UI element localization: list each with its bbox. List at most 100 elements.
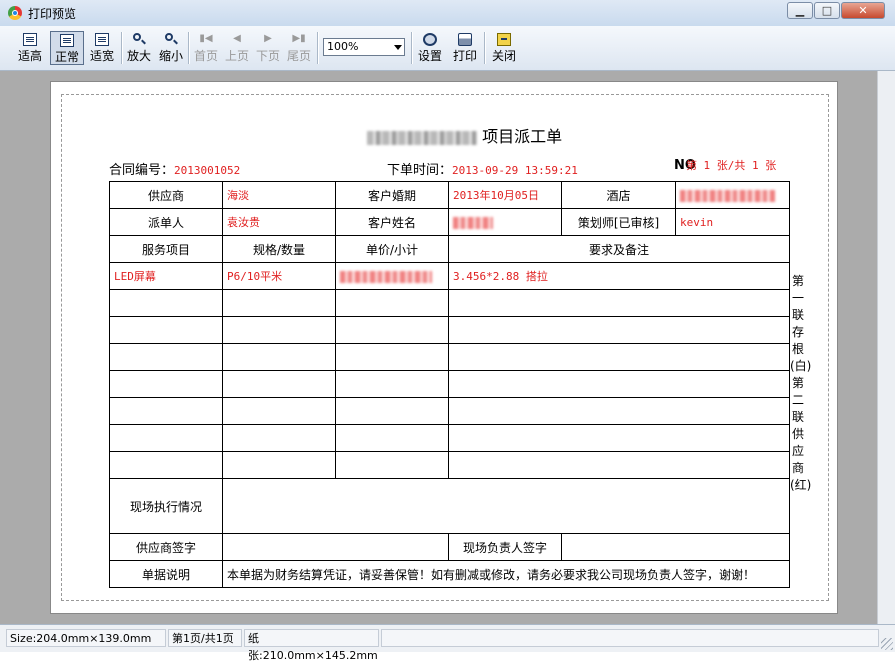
fit-height-icon <box>23 33 37 46</box>
title-bar: 打印预览 ▁ □ ✕ <box>0 0 895 27</box>
table-row <box>109 424 790 452</box>
table-row: 现场执行情况 <box>109 478 790 534</box>
fit-height-button[interactable]: 适高 <box>14 31 46 65</box>
paper-page: 项目派工单 合同编号：2013001052 下单时间：2013-09-29 13… <box>50 81 838 614</box>
spec-header: 规格/数量 <box>222 235 336 263</box>
price-header: 单价/小计 <box>335 235 449 263</box>
table-row: LED屏幕 P6/10平米 3.456*2.88 搭拉 <box>109 262 790 290</box>
toolbar: 适高 正常 适宽 放大 缩小 ▮◀ 首页 ◀ 上页 ▶ 下页 ▶▮ 尾页 100… <box>0 26 895 71</box>
price-cell <box>335 262 449 290</box>
close-folder-icon <box>497 33 511 46</box>
zoom-out-icon <box>164 33 178 46</box>
supplier-sign-label: 供应商签字 <box>109 533 223 561</box>
form-title: 项目派工单 <box>367 123 562 147</box>
hotel-label: 酒店 <box>561 181 676 209</box>
table-row <box>109 397 790 425</box>
note-text: 本单据为财务结算凭证，请妥善保管！如有删减或修改，请务必要求我公司现场负责人签字… <box>222 560 790 588</box>
minimize-button[interactable]: ▁ <box>787 2 813 19</box>
prev-page-button[interactable]: ◀ 上页 <box>222 31 252 65</box>
resize-grip-icon[interactable] <box>881 638 893 650</box>
sheet-number: NO第 1 张/共 1 张 <box>674 158 777 173</box>
preview-viewport[interactable]: 项目派工单 合同编号：2013001052 下单时间：2013-09-29 13… <box>0 71 895 624</box>
toolbar-separator <box>484 32 486 64</box>
zoom-select[interactable]: 100% <box>323 38 405 56</box>
normal-size-button[interactable]: 正常 <box>50 31 84 65</box>
customer-name-value <box>448 208 562 236</box>
zoom-in-icon <box>132 33 146 46</box>
wedding-date-value: 2013年10月05日 <box>448 181 562 209</box>
spec-cell: P6/10平米 <box>222 262 336 290</box>
site-sign-label: 现场负责人签字 <box>448 533 562 561</box>
toolbar-separator <box>317 32 319 64</box>
vertical-scrollbar[interactable] <box>877 71 895 624</box>
maximize-button[interactable]: □ <box>814 2 840 19</box>
execution-value <box>222 478 790 534</box>
table-row <box>109 343 790 371</box>
table-row <box>109 316 790 344</box>
dispatcher-value: 袁汝贵 <box>222 208 336 236</box>
fit-width-button[interactable]: 适宽 <box>86 31 118 65</box>
customer-name-label: 客户姓名 <box>335 208 449 236</box>
setup-icon <box>423 33 437 46</box>
table-row: 派单人 袁汝贵 客户姓名 策划师[已审核] kevin <box>109 208 790 236</box>
contract-number: 合同编号：2013001052 <box>109 163 241 178</box>
fit-width-icon <box>95 33 109 46</box>
zoom-in-button[interactable]: 放大 <box>124 31 154 65</box>
table-row: 单据说明 本单据为财务结算凭证，请妥善保管！如有删减或修改，请务必要求我公司现场… <box>109 560 790 588</box>
app-icon <box>8 6 22 20</box>
table-row: 供应商签字 现场负责人签字 <box>109 533 790 561</box>
normal-size-icon <box>60 34 74 47</box>
table-row: 服务项目 规格/数量 单价/小计 要求及备注 <box>109 235 790 263</box>
zoom-out-button[interactable]: 缩小 <box>156 31 186 65</box>
service-header: 服务项目 <box>109 235 223 263</box>
print-area: 项目派工单 合同编号：2013001052 下单时间：2013-09-29 13… <box>61 94 829 601</box>
status-empty <box>381 629 879 647</box>
next-page-icon: ▶ <box>264 33 272 44</box>
redacted-price <box>340 270 432 283</box>
remarks-header: 要求及备注 <box>448 235 790 263</box>
redacted-hotel <box>680 189 775 202</box>
printer-icon <box>458 33 472 46</box>
order-time: 下单时间：2013-09-29 13:59:21 <box>387 163 578 178</box>
redacted-company-name <box>367 130 477 145</box>
wedding-date-label: 客户婚期 <box>335 181 449 209</box>
status-bar: Size:204.0mm×139.0mm 第1页/共1页 纸张:210.0mm×… <box>0 624 895 662</box>
status-size: Size:204.0mm×139.0mm <box>6 629 166 647</box>
hotel-value <box>675 181 790 209</box>
table-row <box>109 289 790 317</box>
table-row: 供应商 海淡 客户婚期 2013年10月05日 酒店 <box>109 181 790 209</box>
first-page-icon: ▮◀ <box>199 33 213 44</box>
remarks-cell: 3.456*2.88 搭拉 <box>448 262 790 290</box>
window-title: 打印预览 <box>28 7 77 21</box>
copy-designation-label: 第一联存根(白)第二联供应商(红) <box>790 274 812 492</box>
dispatcher-label: 派单人 <box>109 208 223 236</box>
toolbar-separator <box>411 32 413 64</box>
table-row <box>109 451 790 479</box>
status-page: 第1页/共1页 <box>168 629 242 647</box>
redacted-customer-name <box>453 216 493 229</box>
close-window-button[interactable]: ✕ <box>841 2 885 19</box>
chevron-down-icon <box>394 45 402 50</box>
setup-button[interactable]: 设置 <box>415 31 445 65</box>
toolbar-separator <box>188 32 190 64</box>
print-button[interactable]: 打印 <box>450 31 480 65</box>
last-page-icon: ▶▮ <box>292 33 306 44</box>
status-paper: 纸张:210.0mm×145.2mm <box>244 629 379 662</box>
prev-page-icon: ◀ <box>233 33 241 44</box>
toolbar-separator <box>121 32 123 64</box>
first-page-button[interactable]: ▮◀ 首页 <box>191 31 221 65</box>
supplier-value: 海淡 <box>222 181 336 209</box>
last-page-button[interactable]: ▶▮ 尾页 <box>284 31 314 65</box>
table-row <box>109 370 790 398</box>
note-label: 单据说明 <box>109 560 223 588</box>
service-cell: LED屏幕 <box>109 262 223 290</box>
supplier-label: 供应商 <box>109 181 223 209</box>
site-sign-value <box>561 533 790 561</box>
close-preview-button[interactable]: 关闭 <box>489 31 519 65</box>
supplier-sign-value <box>222 533 449 561</box>
planner-value: kevin <box>675 208 790 236</box>
next-page-button[interactable]: ▶ 下页 <box>253 31 283 65</box>
dispatch-form-table: 供应商 海淡 客户婚期 2013年10月05日 酒店 派单人 袁汝贵 客户姓名 … <box>109 181 790 588</box>
execution-label: 现场执行情况 <box>109 478 223 534</box>
planner-label: 策划师[已审核] <box>561 208 676 236</box>
